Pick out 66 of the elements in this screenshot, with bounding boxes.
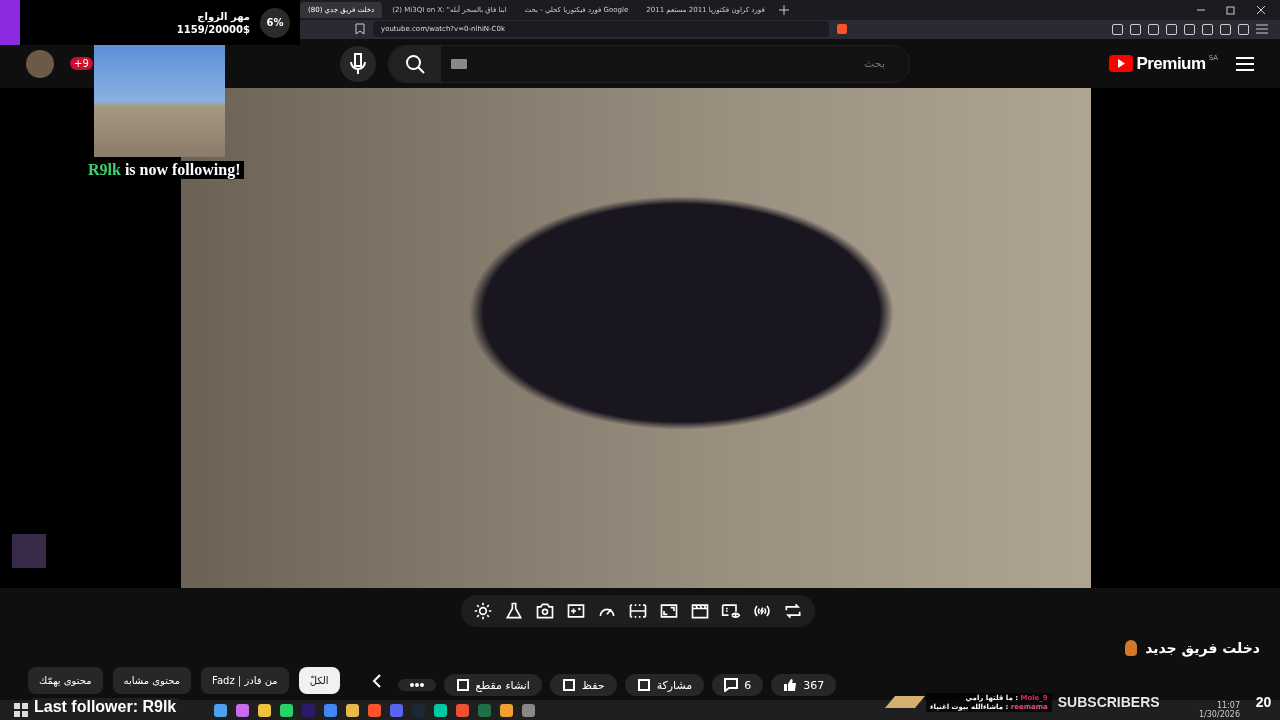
search-field[interactable]: بحث <box>467 57 909 71</box>
flask-icon[interactable] <box>504 601 524 622</box>
toolbar-extension-icon[interactable] <box>1112 23 1123 35</box>
filter-chip[interactable]: محتوى مشابه <box>112 667 192 695</box>
action-button[interactable]: انشاء مقطع <box>443 674 542 697</box>
filter-chip[interactable]: الكلّ <box>298 667 340 695</box>
toolbar-extension-icon[interactable] <box>1202 23 1213 35</box>
video-title: دخلت فريق جديد <box>1145 639 1260 656</box>
dots-icon <box>409 683 424 688</box>
keyboard-icon <box>451 58 467 69</box>
gear-icon[interactable] <box>473 601 493 622</box>
taskbar-app-icon[interactable] <box>236 703 249 717</box>
comments-button[interactable]: 6 <box>712 674 764 697</box>
goal-amount: 1159/20000$ <box>176 23 250 35</box>
toolbar-extension-icon[interactable] <box>1184 23 1195 35</box>
action-button[interactable]: حفظ <box>549 674 617 697</box>
taskbar-app-icon[interactable] <box>434 703 447 717</box>
windows-icon[interactable] <box>14 703 28 718</box>
subscribers-label: SUBSCRIBERS <box>1057 694 1160 710</box>
speech-bubble-icon <box>724 678 739 693</box>
taskbar-app-icon[interactable] <box>456 703 469 717</box>
chevron-left-icon[interactable] <box>371 673 382 688</box>
taskbar-clock[interactable]: 11:07 1/30/2026 <box>1198 701 1240 720</box>
taskbar-app-icon[interactable] <box>368 703 381 717</box>
microphone-icon <box>349 52 367 75</box>
search-icon <box>405 53 425 74</box>
taskbar-app-icon[interactable] <box>214 703 227 717</box>
taskbar-app-icon[interactable] <box>258 703 271 717</box>
search-bar[interactable]: بحث <box>388 44 910 83</box>
like-button[interactable]: 367 <box>771 674 837 697</box>
camera-icon[interactable] <box>535 601 555 622</box>
square-outline-icon <box>636 678 651 693</box>
taskbar-app-icon[interactable] <box>522 703 535 717</box>
goal-accent-bar <box>0 0 20 45</box>
square-outline-icon <box>561 678 576 693</box>
action-button[interactable]: مشاركة <box>624 674 705 697</box>
bookmark-icon[interactable] <box>355 23 365 36</box>
toolbar-extension-icon[interactable] <box>1130 23 1141 35</box>
clapperboard-icon[interactable] <box>690 601 710 622</box>
taskbar-app-icon[interactable] <box>346 703 359 717</box>
new-tab-icon[interactable] <box>778 4 789 15</box>
more-button[interactable] <box>397 679 436 692</box>
notification-badge[interactable]: +9 <box>70 57 93 71</box>
square-outline-icon <box>455 678 470 693</box>
close-icon[interactable] <box>1256 4 1266 15</box>
filter-chip[interactable]: محتوى يهمّك <box>28 667 103 695</box>
search-button[interactable] <box>389 45 441 82</box>
goal-percent: 6% <box>260 7 290 38</box>
restore-icon[interactable] <box>1226 4 1236 15</box>
avatar <box>12 534 46 569</box>
taskbar-app-icon[interactable] <box>324 703 337 717</box>
avatar[interactable] <box>26 49 54 78</box>
premium-logo[interactable]: Premium $^{SA}$ <box>1109 53 1218 74</box>
voice-search-button[interactable] <box>340 45 376 82</box>
owl-icon <box>1125 639 1138 656</box>
subscribers-count: 20 <box>1255 694 1272 710</box>
toolbar-extension-icon[interactable] <box>1166 23 1177 35</box>
taskbar-app-icon[interactable] <box>280 703 293 717</box>
browser-shield-icon[interactable] <box>837 24 847 35</box>
toolbar-extension-icon[interactable] <box>1148 23 1159 35</box>
taskbar-app-icon[interactable] <box>500 703 513 717</box>
toolbar-extension-icon[interactable] <box>1238 23 1249 35</box>
goal-title: مهر الزواج <box>197 10 250 22</box>
toolbar-extension-icon[interactable] <box>1220 23 1231 35</box>
filter-chip[interactable]: من فادز | Fadz <box>201 667 289 695</box>
thumbs-up-icon <box>783 678 798 693</box>
